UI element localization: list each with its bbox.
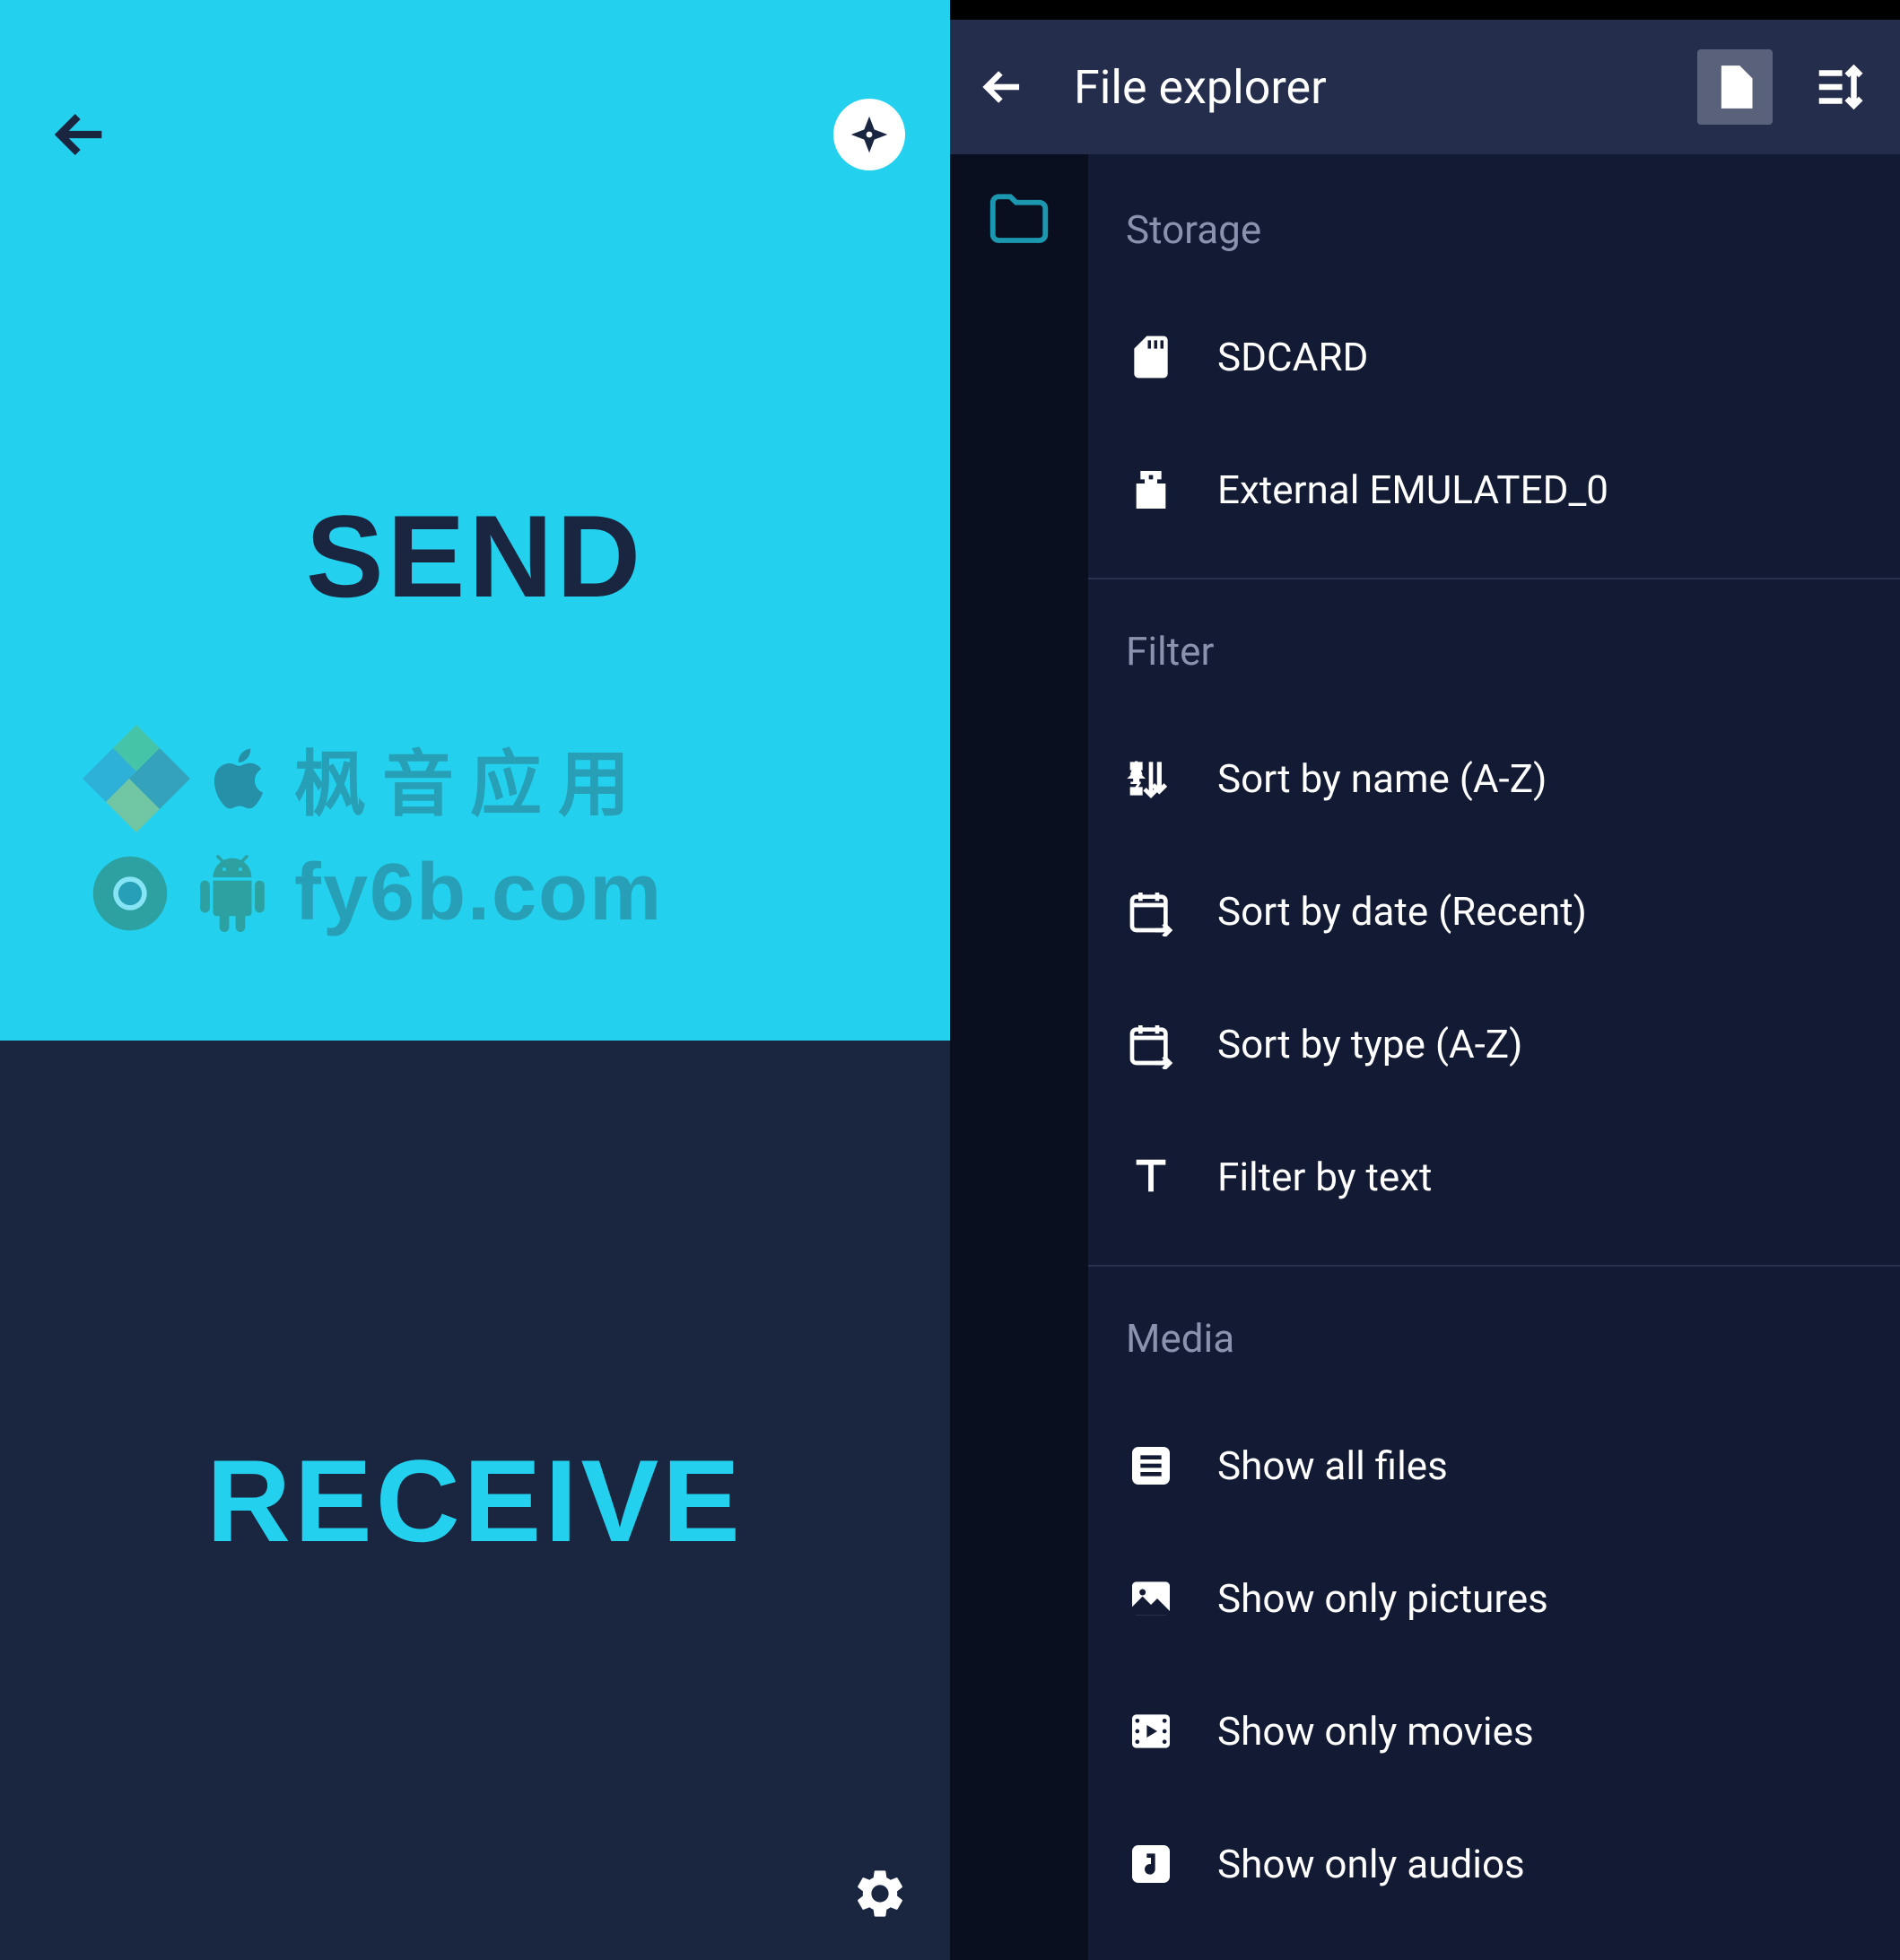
sort-toggle-button[interactable] bbox=[1812, 59, 1868, 115]
section-title-filter: Filter bbox=[1088, 579, 1900, 712]
list-item-label: Filter by text bbox=[1217, 1154, 1432, 1200]
drawer-content: Storage SDCARD External EMULATED_0 Filte… bbox=[1088, 154, 1900, 1960]
list-item-label: Sort by type (A-Z) bbox=[1217, 1021, 1522, 1067]
apple-icon bbox=[203, 738, 275, 819]
list-item-label: SDCARD bbox=[1217, 334, 1368, 380]
section-title-storage: Storage bbox=[1088, 158, 1900, 291]
list-doc-icon bbox=[1126, 1441, 1176, 1491]
svg-text:Z: Z bbox=[1130, 780, 1142, 801]
media-all-files[interactable]: Show all files bbox=[1088, 1399, 1900, 1532]
list-item-label: Sort by date (Recent) bbox=[1217, 888, 1587, 935]
list-item-label: Show all files bbox=[1217, 1442, 1448, 1489]
section-title-media: Media bbox=[1088, 1267, 1900, 1399]
side-rail bbox=[950, 154, 1088, 1960]
send-label: SEND bbox=[306, 489, 644, 623]
list-item-label: External EMULATED_0 bbox=[1217, 466, 1608, 513]
date-icon bbox=[1126, 886, 1176, 936]
watermark: 枫音应用 fy6b.com bbox=[90, 727, 663, 939]
settings-button[interactable] bbox=[851, 1865, 909, 1922]
compass-icon bbox=[845, 110, 893, 159]
app-header: File explorer bbox=[950, 20, 1900, 154]
windows-icon bbox=[90, 732, 183, 825]
sdcard-icon bbox=[1126, 332, 1176, 382]
filter-sort-date[interactable]: Sort by date (Recent) bbox=[1088, 845, 1900, 978]
left-screen: SEND 枫音应用 fy6b.com RECEIVE bbox=[0, 0, 950, 1960]
page-title: File explorer bbox=[1074, 60, 1697, 115]
text-icon bbox=[1126, 1152, 1176, 1202]
storage-item-sdcard[interactable]: SDCARD bbox=[1088, 291, 1900, 423]
list-item-label: Show only movies bbox=[1217, 1708, 1534, 1755]
android-icon bbox=[194, 855, 271, 932]
gear-icon bbox=[851, 1865, 909, 1922]
media-movies[interactable]: Show only movies bbox=[1088, 1665, 1900, 1798]
filter-by-text[interactable]: Filter by text bbox=[1088, 1111, 1900, 1243]
body: Storage SDCARD External EMULATED_0 Filte… bbox=[950, 154, 1900, 1960]
folder-icon bbox=[984, 182, 1054, 252]
file-mode-button[interactable] bbox=[1697, 49, 1773, 125]
list-item-label: Show only pictures bbox=[1217, 1575, 1548, 1622]
list-item-label: Show only audios bbox=[1217, 1841, 1525, 1887]
media-audios[interactable]: Show only audios bbox=[1088, 1798, 1900, 1930]
receive-section[interactable]: RECEIVE bbox=[0, 1041, 950, 1960]
back-arrow-icon bbox=[975, 59, 1031, 115]
filter-sort-name[interactable]: AZ Sort by name (A-Z) bbox=[1088, 712, 1900, 845]
compass-button[interactable] bbox=[833, 99, 905, 170]
media-pictures[interactable]: Show only pictures bbox=[1088, 1532, 1900, 1665]
receive-label: RECEIVE bbox=[206, 1433, 744, 1568]
sort-az-icon: AZ bbox=[1126, 754, 1176, 804]
date-icon bbox=[1126, 1019, 1176, 1069]
list-item-label: Sort by name (A-Z) bbox=[1217, 755, 1547, 802]
right-screen: File explorer Storage SDCARD External EM… bbox=[950, 0, 1900, 1960]
storage-item-external[interactable]: External EMULATED_0 bbox=[1088, 423, 1900, 556]
usb-icon bbox=[1126, 465, 1176, 515]
status-bar bbox=[950, 0, 1900, 20]
rail-folder-tab[interactable] bbox=[950, 154, 1088, 280]
svg-text:A: A bbox=[1130, 758, 1144, 780]
audio-icon bbox=[1126, 1839, 1176, 1889]
filter-sort-type[interactable]: Sort by type (A-Z) bbox=[1088, 978, 1900, 1111]
picture-icon bbox=[1126, 1573, 1176, 1624]
watermark-text-2: fy6b.com bbox=[294, 847, 663, 939]
watermark-text-1: 枫音应用 bbox=[294, 727, 646, 831]
chrome-icon bbox=[90, 853, 170, 934]
send-header bbox=[0, 0, 950, 170]
back-arrow-icon[interactable] bbox=[45, 99, 117, 170]
file-icon bbox=[1712, 64, 1758, 110]
back-button[interactable] bbox=[975, 59, 1031, 115]
send-section[interactable]: SEND 枫音应用 fy6b.com bbox=[0, 0, 950, 1041]
movie-icon bbox=[1126, 1706, 1176, 1756]
sort-icon bbox=[1812, 59, 1868, 115]
